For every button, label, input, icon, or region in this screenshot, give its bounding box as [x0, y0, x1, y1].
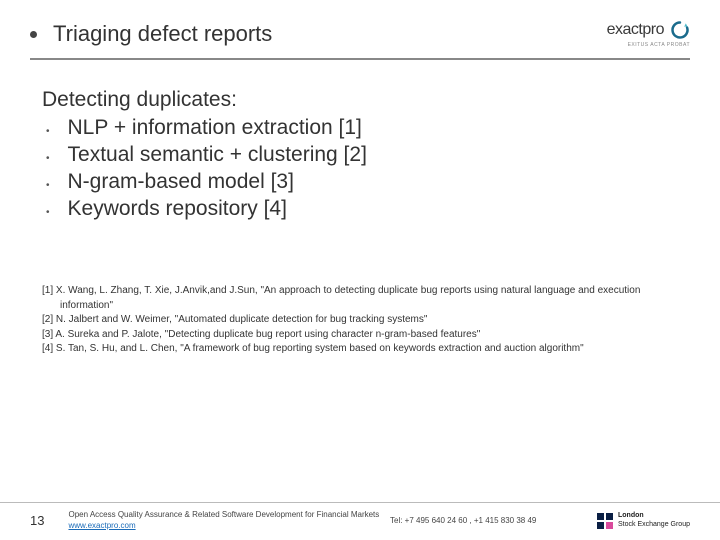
- lse-icon: [597, 513, 613, 529]
- footer-link[interactable]: www.exactpro.com: [68, 521, 135, 530]
- reference: [4] S. Tan, S. Hu, and L. Chen, "A frame…: [42, 342, 690, 357]
- references: [1] X. Wang, L. Zhang, T. Xie, J.Anvik,a…: [42, 284, 690, 357]
- list-item: • Keywords repository [4]: [42, 197, 690, 222]
- logo-subtext: EXITUS ACTA PROBAT: [628, 42, 690, 48]
- content: Detecting duplicates: • NLP + informatio…: [30, 88, 690, 540]
- list-item: • N-gram-based model [3]: [42, 170, 690, 195]
- lse-logo: London Stock Exchange Group: [597, 512, 690, 529]
- footer-tel: Tel: +7 495 640 24 60 , +1 415 830 38 49: [390, 516, 536, 525]
- lse-text: London Stock Exchange Group: [618, 512, 690, 529]
- reference: [2] N. Jalbert and W. Weimer, "Automated…: [42, 313, 690, 328]
- list-item: • Textual semantic + clustering [2]: [42, 143, 690, 168]
- bullet-icon: •: [46, 203, 50, 222]
- list-text: Keywords repository [4]: [68, 197, 287, 221]
- title-bullet: [30, 31, 37, 38]
- page-number: 13: [30, 513, 44, 528]
- logo-text: exactpro: [607, 21, 664, 39]
- reference: [1] X. Wang, L. Zhang, T. Xie, J.Anvik,a…: [42, 284, 690, 313]
- reference: [3] A. Sureka and P. Jalote, "Detecting …: [42, 328, 690, 343]
- list-text: Textual semantic + clustering [2]: [68, 143, 367, 167]
- title-wrap: Triaging defect reports: [30, 21, 272, 47]
- list-text: N-gram-based model [3]: [68, 170, 294, 194]
- content-heading: Detecting duplicates:: [42, 88, 690, 112]
- footer-line1: Open Access Quality Assurance & Related …: [68, 510, 379, 519]
- logo-icon: [670, 20, 690, 40]
- slide-header: Triaging defect reports exactpro EXITUS …: [30, 20, 690, 60]
- bullet-icon: •: [46, 149, 50, 168]
- list-text: NLP + information extraction [1]: [68, 116, 362, 140]
- exactpro-logo: exactpro EXITUS ACTA PROBAT: [607, 20, 690, 48]
- slide-title: Triaging defect reports: [53, 21, 272, 47]
- bullet-icon: •: [46, 176, 50, 195]
- list-item: • NLP + information extraction [1]: [42, 116, 690, 141]
- footer: 13 Open Access Quality Assurance & Relat…: [0, 502, 720, 540]
- footer-text: Open Access Quality Assurance & Related …: [68, 510, 379, 531]
- bullet-icon: •: [46, 122, 50, 141]
